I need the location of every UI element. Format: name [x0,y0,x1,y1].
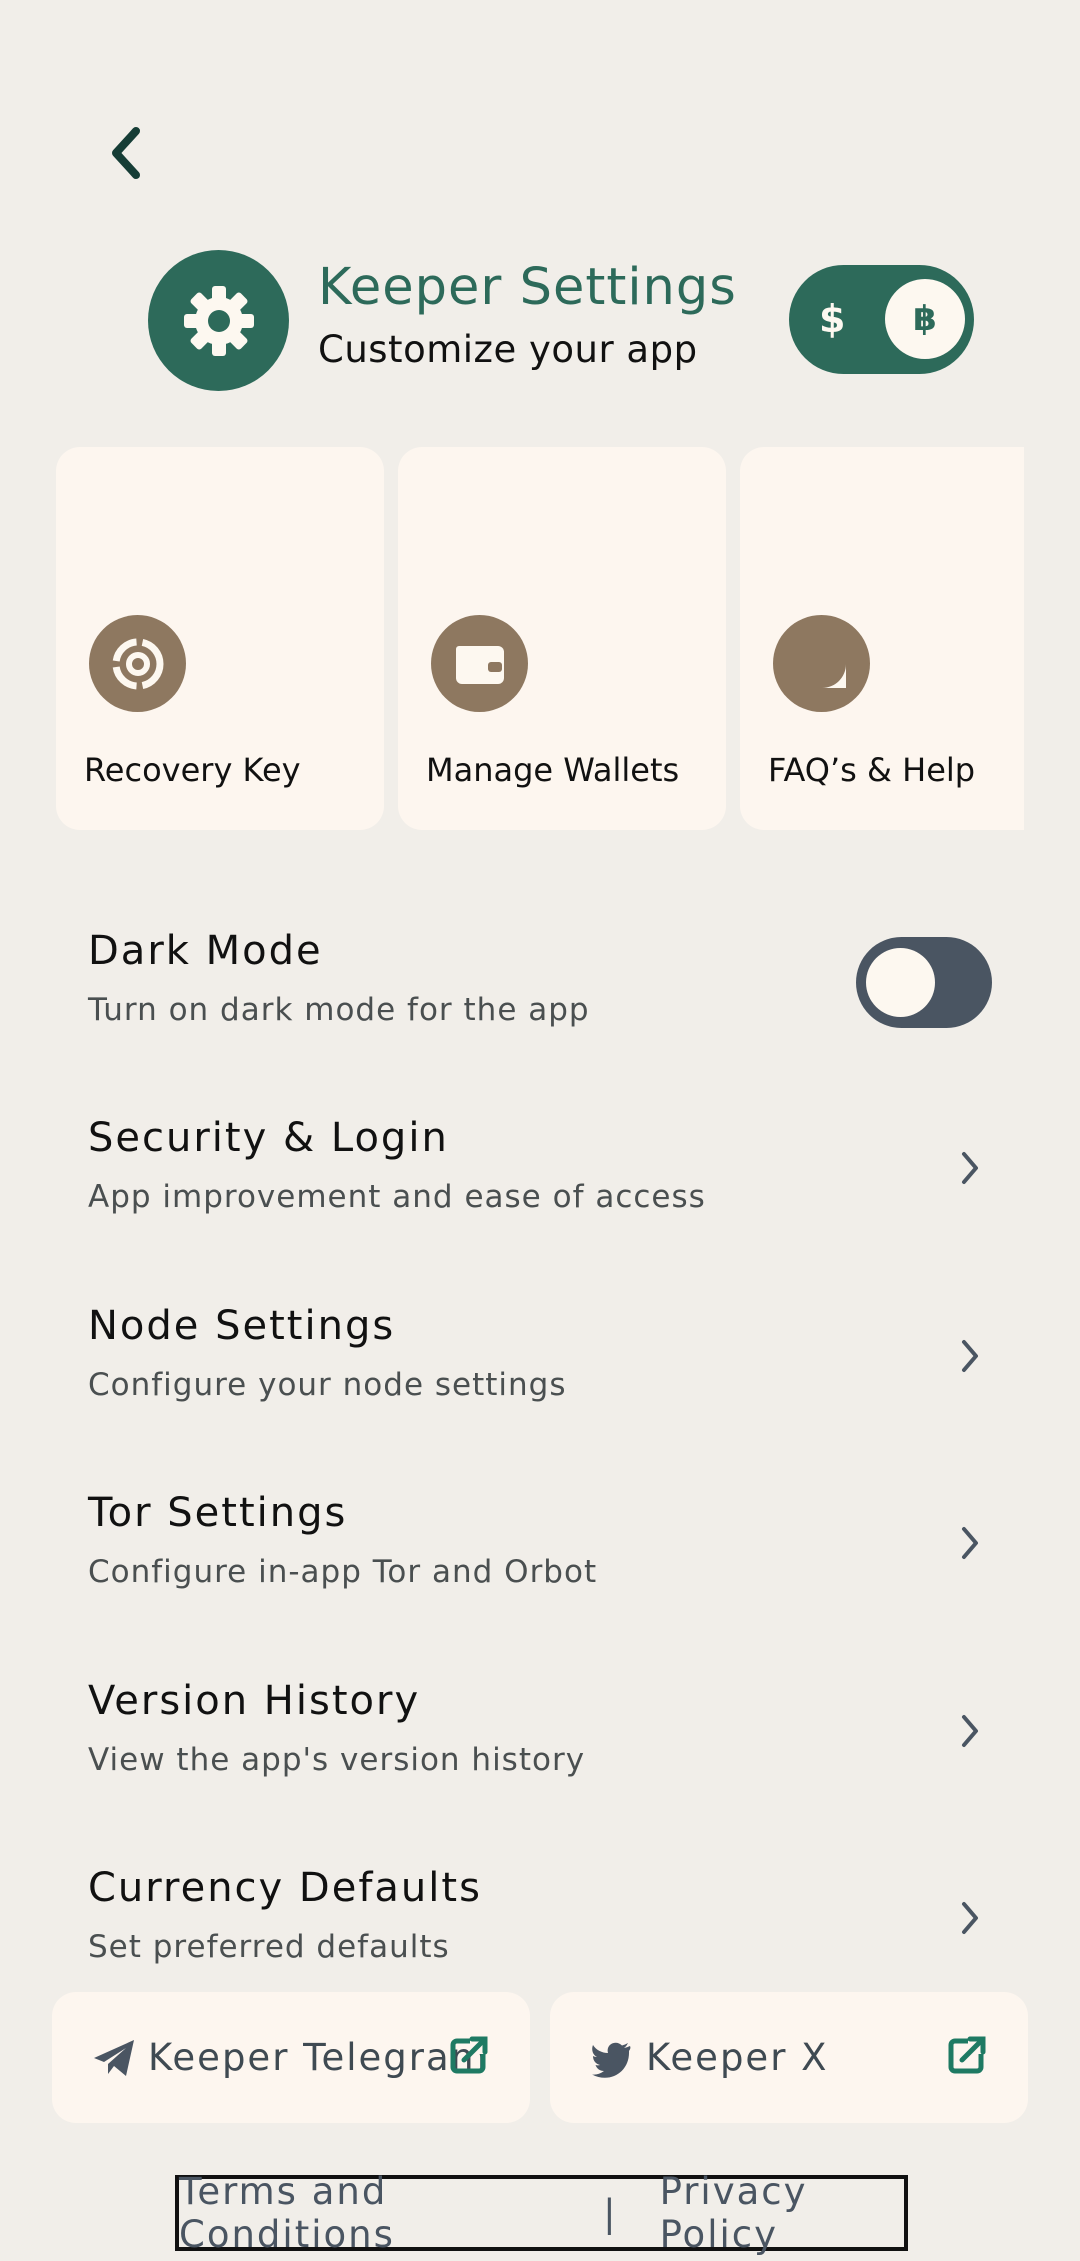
footer-separator: | [603,2191,618,2235]
chevron-right-icon [950,1331,990,1381]
dollar-symbol: $ [819,297,846,341]
bitcoin-symbol: ฿ [885,279,965,359]
help-icon: ? [773,615,870,712]
setting-title: Dark Mode [88,928,323,974]
privacy-policy-link[interactable]: Privacy Policy [660,2170,904,2256]
external-link-icon [948,2034,988,2074]
chevron-right-icon [950,1706,990,1756]
external-link-icon [450,2034,490,2074]
setting-description: Configure in-app Tor and Orbot [88,1554,598,1590]
setting-title: Currency Defaults [88,1865,482,1911]
keeper-telegram-link[interactable]: Keeper Telegram [52,1992,530,2123]
setting-description: Turn on dark mode for the app [88,992,590,1028]
settings-header-icon [148,250,289,391]
terms-link[interactable]: Terms and Conditions [179,2170,561,2256]
faq-help-label: FAQ’s & Help [768,751,976,789]
dark-mode-toggle[interactable] [856,937,992,1028]
keeper-telegram-label: Keeper Telegram [148,2036,489,2079]
currency-toggle[interactable]: $ ฿ [789,265,974,374]
setting-description: App improvement and ease of access [88,1179,706,1215]
manage-wallets-label: Manage Wallets [426,751,680,789]
back-button[interactable] [96,118,156,188]
chevron-right-icon [950,1893,990,1943]
toggle-knob [866,948,935,1017]
recovery-key-label: Recovery Key [84,751,301,789]
setting-security-login[interactable]: Security & Login App improvement and eas… [88,1115,1008,1245]
keeper-x-label: Keeper X [646,2036,829,2079]
gear-icon [183,285,254,356]
setting-description: View the app's version history [88,1742,586,1778]
page-title: Keeper Settings [318,258,737,317]
page-subtitle: Customize your app [318,328,698,371]
setting-currency-defaults[interactable]: Currency Defaults Set preferred defaults [88,1865,1008,1995]
faq-help-card[interactable]: ? FAQ’s & Help [740,447,1024,830]
chevron-right-icon [950,1518,990,1568]
setting-title: Security & Login [88,1115,449,1161]
setting-title: Tor Settings [88,1490,348,1536]
keeper-x-link[interactable]: Keeper X [550,1992,1028,2123]
setting-node-settings[interactable]: Node Settings Configure your node settin… [88,1303,1008,1433]
chevron-right-icon [950,1143,990,1193]
chevron-left-icon [112,127,140,179]
setting-title: Version History [88,1678,421,1724]
quick-actions-carousel[interactable]: Recovery Key Manage Wallets ? FAQ’s & He… [56,447,1024,830]
svg-text:?: ? [813,648,829,681]
setting-tor-settings[interactable]: Tor Settings Configure in-app Tor and Or… [88,1490,1008,1620]
footer-links: Terms and Conditions | Privacy Policy [175,2170,908,2256]
recovery-key-card[interactable]: Recovery Key [56,447,384,830]
setting-version-history[interactable]: Version History View the app's version h… [88,1678,1008,1808]
telegram-icon [94,2040,134,2076]
setting-description: Configure your node settings [88,1367,567,1403]
setting-description: Set preferred defaults [88,1929,450,1965]
recovery-key-icon [89,615,186,712]
wallet-icon [431,615,528,712]
twitter-icon [592,2042,631,2078]
manage-wallets-card[interactable]: Manage Wallets [398,447,726,830]
setting-title: Node Settings [88,1303,396,1349]
